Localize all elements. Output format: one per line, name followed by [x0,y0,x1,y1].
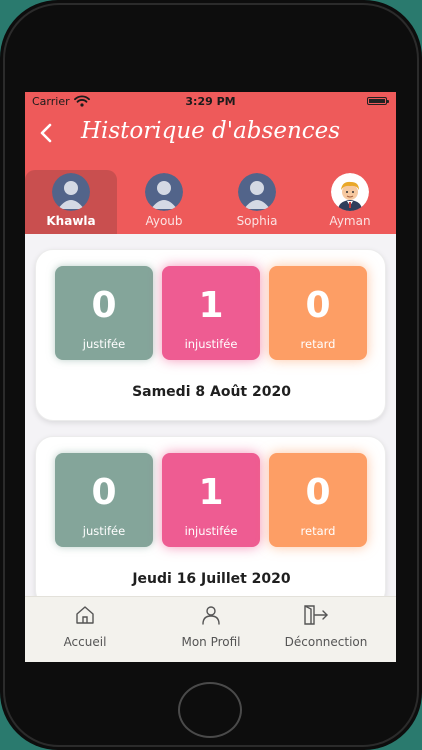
tab-student-sophia[interactable]: Sophia [211,170,303,234]
late-count: 0 [305,285,331,326]
tab-student-ayoub[interactable]: Ayoub [118,170,210,234]
absence-card: 0 justifée 1 injustifée 0 retard Samedi … [35,249,386,421]
late-label: retard [300,337,336,351]
tab-label: Ayman [329,214,371,228]
phone-frame: Carrier 3:29 PM Historique d'absences Kh… [0,0,422,750]
tab-student-khawla[interactable]: Khawla [25,170,117,234]
stat-justified: 0 justifée [55,266,153,360]
cartoon-boy-avatar [331,173,369,211]
late-count: 0 [305,472,331,513]
avatar-placeholder-icon [145,173,183,211]
nav-accueil[interactable]: Accueil [45,597,125,662]
stat-late: 0 retard [269,266,367,360]
unjustified-label: injustifée [184,337,238,351]
justified-label: justifée [82,524,126,538]
profile-icon [202,606,220,625]
unjustified-label: injustifée [184,524,238,538]
tab-label: Sophia [236,214,278,228]
absence-date: Jeudi 16 Juillet 2020 [132,571,291,587]
late-label: retard [300,524,336,538]
status-bar: Carrier 3:29 PM [25,92,396,110]
nav-label: Mon Profil [181,635,241,649]
nav-mon-profil[interactable]: Mon Profil [151,597,271,662]
absence-list[interactable]: 0 justifée 1 injustifée 0 retard Samedi … [25,234,396,596]
logout-icon [304,605,328,625]
justified-count: 0 [91,472,117,513]
stat-unjustified: 1 injustifée [162,266,260,360]
app-screen: Carrier 3:29 PM Historique d'absences Kh… [25,92,396,662]
unjustified-count: 1 [198,472,224,513]
student-tabs: Khawla Ayoub Sophia Ayman [25,170,396,234]
avatar-placeholder-icon [52,173,90,211]
nav-label: Accueil [63,635,107,649]
bottom-nav: Accueil Mon Profil Déconnection [25,596,396,662]
unjustified-count: 1 [198,285,224,326]
tab-label: Ayoub [145,214,183,228]
page-title: Historique d'absences [80,118,341,144]
header: Carrier 3:29 PM Historique d'absences Kh… [25,92,396,234]
tab-student-ayman[interactable]: Ayman [304,170,396,234]
stat-unjustified: 1 injustifée [162,453,260,547]
stat-late: 0 retard [269,453,367,547]
nav-deconnection[interactable]: Déconnection [266,597,386,662]
tab-label: Khawla [46,214,96,228]
status-time: 3:29 PM [185,95,236,108]
home-button[interactable] [178,682,242,738]
home-icon [76,606,94,624]
justified-label: justifée [82,337,126,351]
justified-count: 0 [91,285,117,326]
absence-card: 0 justifée 1 injustifée 0 retard Jeudi 1… [35,436,386,596]
avatar-placeholder-icon [238,173,276,211]
absence-date: Samedi 8 Août 2020 [132,384,291,400]
nav-label: Déconnection [284,635,368,649]
battery-icon [367,97,389,105]
stat-justified: 0 justifée [55,453,153,547]
